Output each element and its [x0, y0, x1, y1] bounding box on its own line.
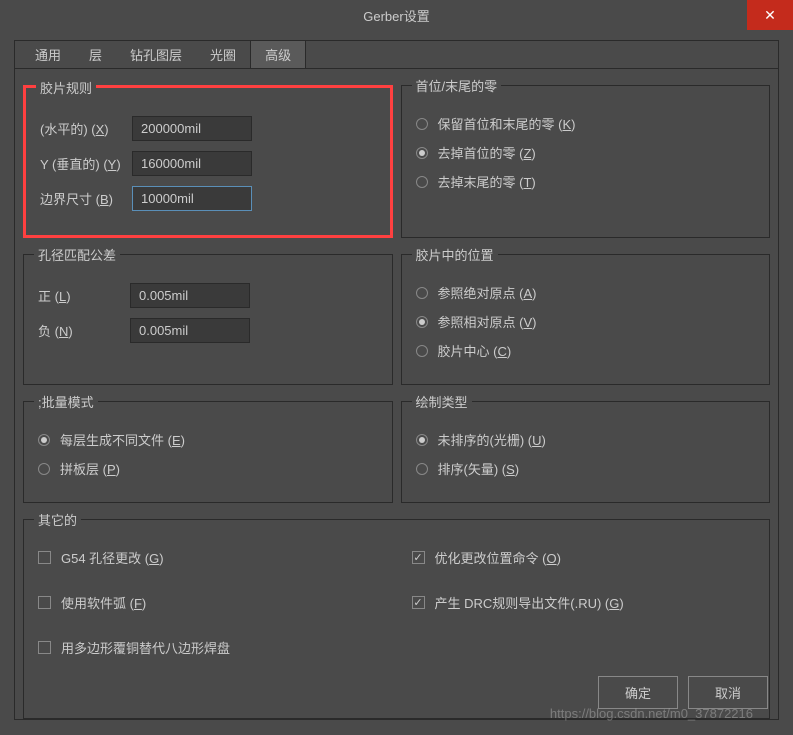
group-title-batch: ;批量模式 — [34, 392, 98, 411]
tab-advanced[interactable]: 高级 — [250, 40, 306, 68]
tab-aperture[interactable]: 光圈 — [196, 41, 250, 68]
window-title: Gerber设置 — [363, 6, 429, 25]
radio-sorted[interactable]: 排序(矢量) (S) — [416, 459, 756, 478]
radio-panel[interactable]: 拼板层 (P) — [38, 459, 378, 478]
tab-general[interactable]: 通用 — [21, 41, 75, 68]
radio-label: 参照相对原点 (V) — [438, 312, 537, 331]
group-batch-mode: ;批量模式 每层生成不同文件 (E) 拼板层 (P) — [23, 401, 393, 503]
neg-input[interactable] — [130, 318, 250, 343]
pos-input[interactable] — [130, 283, 250, 308]
radio-label: 拼板层 (P) — [60, 459, 120, 478]
radio-strip-trailing[interactable]: 去掉末尾的零 (T) — [416, 172, 756, 191]
group-film-rules: 胶片规则 (水平的) (X) Y (垂直的) (Y) 边界尺寸 (B) — [23, 85, 393, 238]
group-film-position: 胶片中的位置 参照绝对原点 (A) 参照相对原点 (V) 胶片中心 (C) — [401, 254, 771, 385]
titlebar: Gerber设置 ✕ — [0, 0, 793, 30]
group-title-zeros: 首位/末尾的零 — [412, 76, 502, 95]
radio-icon — [416, 434, 428, 446]
horizontal-input[interactable] — [132, 116, 252, 141]
radio-per-layer[interactable]: 每层生成不同文件 (E) — [38, 430, 378, 449]
group-zeros: 首位/末尾的零 保留首位和末尾的零 (K) 去掉首位的零 (Z) 去掉末尾的零 … — [401, 85, 771, 238]
radio-unsorted[interactable]: 未排序的(光栅) (U) — [416, 430, 756, 449]
pos-label: 正 (L) — [38, 286, 130, 305]
radio-icon — [38, 463, 50, 475]
radio-label: 胶片中心 (C) — [438, 341, 512, 360]
radio-label: 保留首位和末尾的零 (K) — [438, 114, 576, 133]
radio-rel-origin[interactable]: 参照相对原点 (V) — [416, 312, 756, 331]
radio-icon — [416, 287, 428, 299]
check-label: 使用软件弧 (F) — [61, 593, 146, 612]
group-title-position: 胶片中的位置 — [412, 245, 498, 264]
close-button[interactable]: ✕ — [747, 0, 793, 30]
radio-keep-zeros[interactable]: 保留首位和末尾的零 (K) — [416, 114, 756, 133]
radio-label: 排序(矢量) (S) — [438, 459, 520, 478]
radio-strip-leading[interactable]: 去掉首位的零 (Z) — [416, 143, 756, 162]
check-label: 产生 DRC规则导出文件(.RU) (G) — [435, 593, 624, 612]
check-optimize[interactable]: 优化更改位置命令 (O) — [412, 548, 756, 567]
tab-drill[interactable]: 钻孔图层 — [116, 41, 196, 68]
check-soft-arc[interactable]: 使用软件弧 (F) — [38, 593, 382, 612]
cancel-button[interactable]: 取消 — [688, 676, 768, 709]
radio-icon — [38, 434, 50, 446]
radio-icon — [416, 176, 428, 188]
check-label: 用多边形覆铜替代八边形焊盘 — [61, 638, 230, 657]
radio-abs-origin[interactable]: 参照绝对原点 (A) — [416, 283, 756, 302]
vertical-label: Y (垂直的) (Y) — [40, 154, 132, 173]
group-aperture-tolerance: 孔径匹配公差 正 (L) 负 (N) — [23, 254, 393, 385]
group-plot-type: 绘制类型 未排序的(光栅) (U) 排序(矢量) (S) — [401, 401, 771, 503]
radio-label: 去掉首位的零 (Z) — [438, 143, 536, 162]
radio-icon — [416, 118, 428, 130]
check-octagon[interactable]: 用多边形覆铜替代八边形焊盘 — [38, 638, 382, 657]
radio-icon — [416, 147, 428, 159]
tab-bar: 通用 层 钻孔图层 光圈 高级 — [15, 41, 778, 69]
checkbox-icon — [38, 551, 51, 564]
radio-label: 去掉末尾的零 (T) — [438, 172, 536, 191]
ok-button[interactable]: 确定 — [598, 676, 678, 709]
check-drc-rules[interactable]: 产生 DRC规则导出文件(.RU) (G) — [412, 593, 756, 612]
group-title-aperture: 孔径匹配公差 — [34, 245, 120, 264]
tab-layers[interactable]: 层 — [75, 41, 116, 68]
group-title-plot: 绘制类型 — [412, 392, 472, 411]
radio-icon — [416, 345, 428, 357]
checkbox-icon — [412, 551, 425, 564]
group-title-other: 其它的 — [34, 510, 81, 529]
checkbox-icon — [38, 596, 51, 609]
neg-label: 负 (N) — [38, 321, 130, 340]
dialog-footer: 确定 取消 — [598, 676, 768, 709]
vertical-input[interactable] — [132, 151, 252, 176]
radio-label: 参照绝对原点 (A) — [438, 283, 537, 302]
checkbox-icon — [38, 641, 51, 654]
group-title-film-rules: 胶片规则 — [36, 78, 96, 97]
border-input[interactable] — [132, 186, 252, 211]
check-label: G54 孔径更改 (G) — [61, 548, 164, 567]
radio-label: 每层生成不同文件 (E) — [60, 430, 185, 449]
border-label: 边界尺寸 (B) — [40, 189, 132, 208]
radio-icon — [416, 316, 428, 328]
radio-label: 未排序的(光栅) (U) — [438, 430, 546, 449]
radio-film-center[interactable]: 胶片中心 (C) — [416, 341, 756, 360]
close-icon: ✕ — [764, 7, 776, 24]
check-g54[interactable]: G54 孔径更改 (G) — [38, 548, 382, 567]
check-label: 优化更改位置命令 (O) — [435, 548, 561, 567]
radio-icon — [416, 463, 428, 475]
checkbox-icon — [412, 596, 425, 609]
horizontal-label: (水平的) (X) — [40, 119, 132, 138]
